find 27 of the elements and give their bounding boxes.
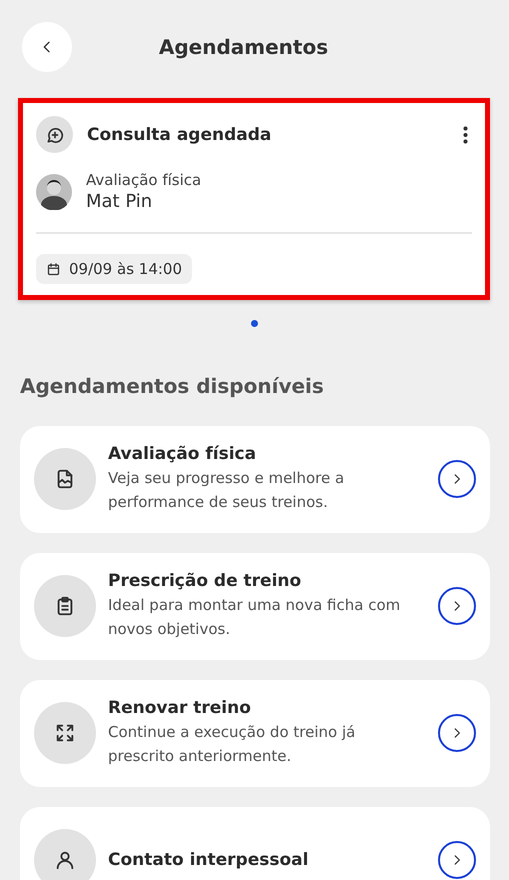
service-card[interactable]: Prescrição de treino Ideal para montar uma nova ficha com novos objetivos. [20,553,490,660]
chat-plus-icon [36,116,73,153]
arrows-icon [54,722,76,744]
service-label: Avaliação física [86,171,202,189]
open-button[interactable] [438,840,476,878]
section-title: Agendamentos disponíveis [20,374,325,398]
service-description: Ideal para montar uma nova ficha com novos objetivos. [108,594,402,640]
date-text: 09/09 às 14:00 [69,260,182,278]
service-card[interactable]: Contato interpessoal [20,807,490,880]
service-title: Contato interpessoal [108,850,310,870]
open-button[interactable] [438,460,476,498]
service-description: Veja seu progresso e melhore a performance de seus treinos. [108,468,346,512]
open-button[interactable] [438,714,476,752]
open-button[interactable] [438,586,476,624]
service-title: Prescrição de treino [108,570,302,590]
service-card[interactable]: Renovar treino Continue a execução do treino já prescrito anteriormente. [20,680,490,787]
card-title: Consulta agendada [87,124,272,144]
service-title: Avaliação física [108,444,258,464]
service-description: Continue a execução do treino já prescrito anteriormente. [108,722,356,766]
page-title: Agendamentos [158,35,330,59]
calendar-icon [46,262,61,276]
avatar-icon [36,174,72,210]
service-title: Renovar treino [108,698,252,718]
professional-name: Mat Pin [86,191,154,212]
service-card[interactable]: Avaliação física Veja seu progresso e melhore a performance de seus treinos. [20,426,490,533]
more-vertical-icon [463,126,468,144]
page-indicator-dot[interactable] [251,320,258,327]
